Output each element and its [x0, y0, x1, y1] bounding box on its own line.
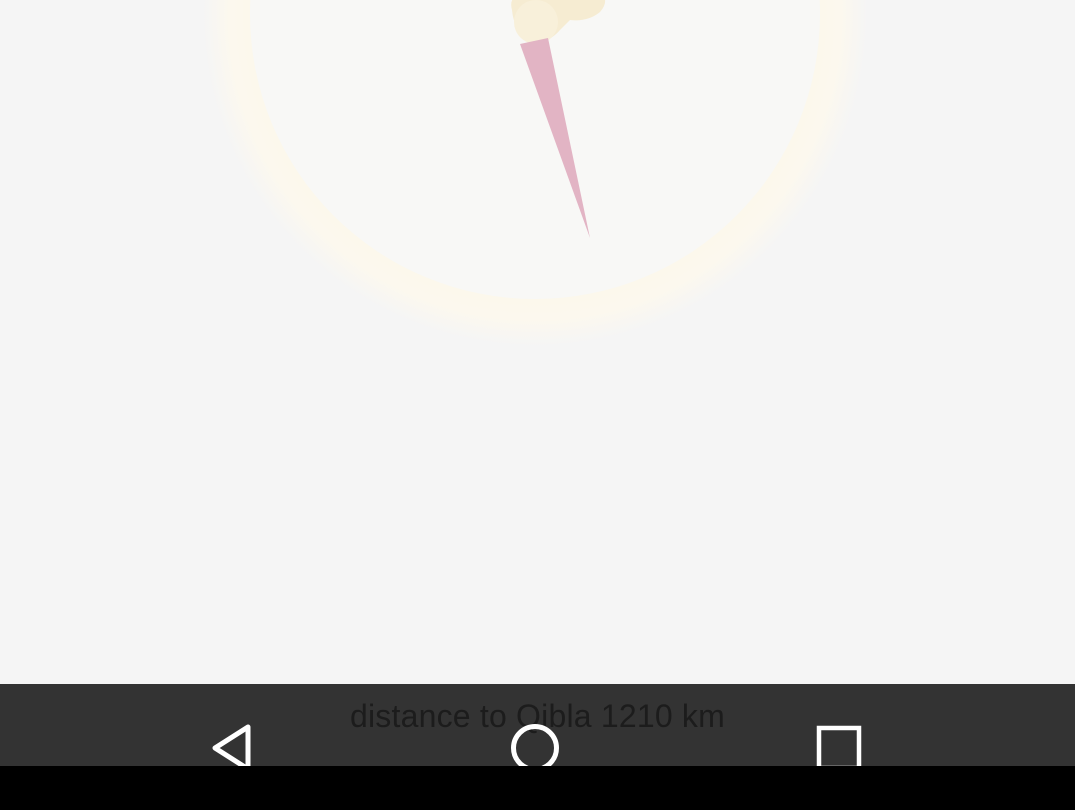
recents-square-icon	[816, 725, 862, 771]
app-screen: distance to Qibla 1210 km	[0, 0, 1075, 810]
compass-view	[0, 0, 1075, 684]
system-bottom-strip	[0, 766, 1075, 810]
compass-dial-icon	[203, 0, 867, 346]
